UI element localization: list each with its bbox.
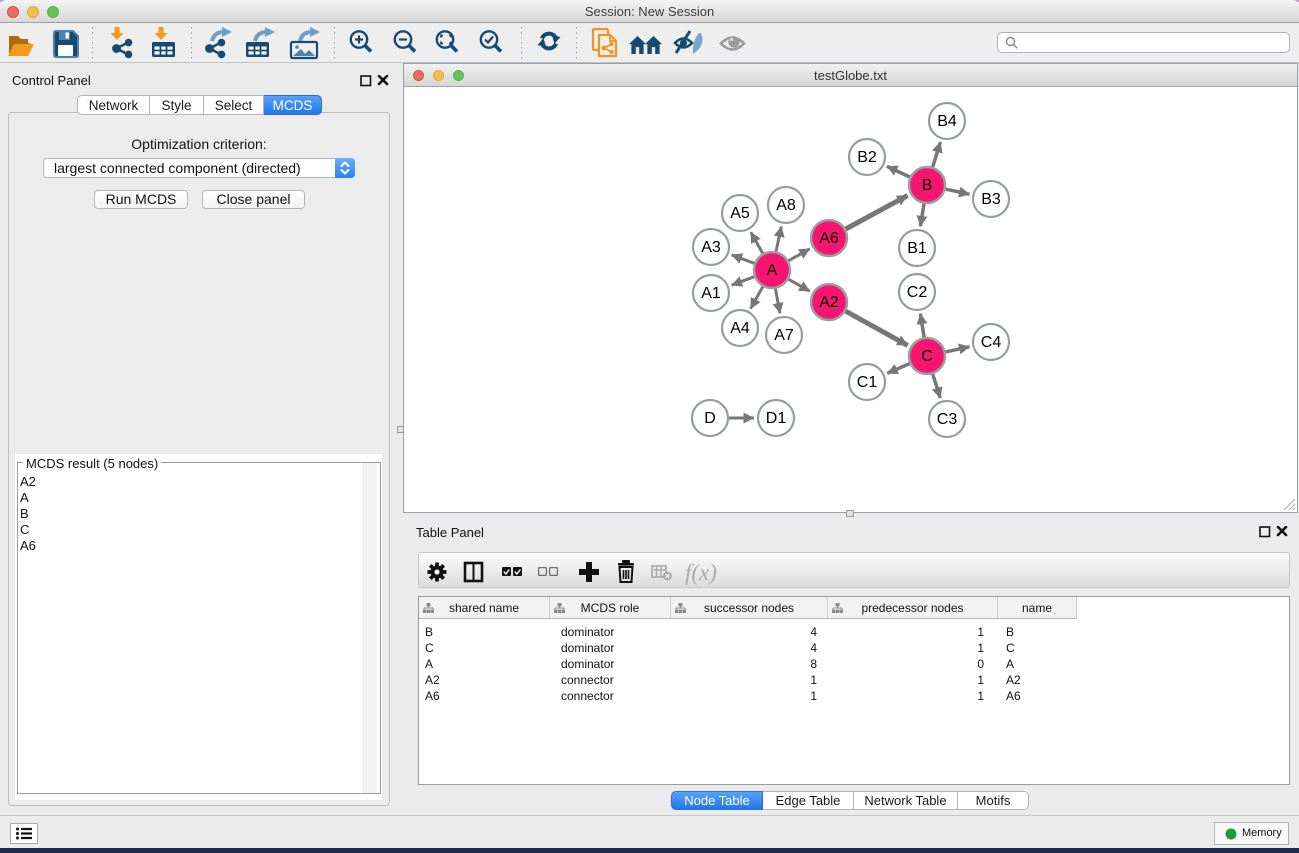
svg-text:C: C [921,348,933,365]
svg-text:A3: A3 [701,239,721,256]
svg-text:f(x): f(x) [685,560,717,585]
svg-text:D1: D1 [766,410,787,427]
svg-text:B4: B4 [937,113,957,130]
svg-text:A5: A5 [730,205,750,222]
svg-text:A1: A1 [701,285,721,302]
svg-text:A6: A6 [819,230,839,247]
svg-text:B: B [922,177,933,194]
svg-text:C1: C1 [857,374,878,391]
svg-text:D: D [704,410,716,427]
svg-text:A8: A8 [776,197,796,214]
svg-text:C2: C2 [907,284,928,301]
svg-text:A4: A4 [730,320,750,337]
svg-text:A: A [767,262,778,279]
svg-text:B2: B2 [857,149,877,166]
svg-text:C4: C4 [981,334,1002,351]
svg-text:A7: A7 [774,327,794,344]
svg-text:C3: C3 [937,411,958,428]
svg-text:A2: A2 [819,294,839,311]
svg-text:B3: B3 [981,191,1001,208]
svg-text:B1: B1 [907,240,927,257]
